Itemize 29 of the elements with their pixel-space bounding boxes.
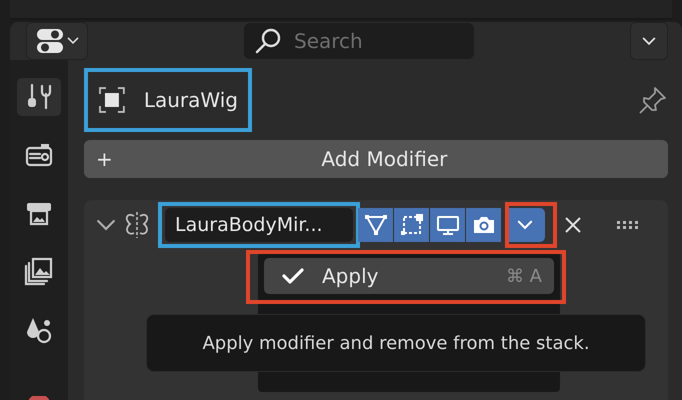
object-name: LauraWig (144, 88, 238, 112)
tooltip-text: Apply modifier and remove from the stack. (202, 332, 590, 354)
dropdown-button[interactable] (630, 22, 668, 60)
caret-icon (642, 36, 656, 46)
add-modifier-button[interactable]: + Add Modifier (84, 140, 668, 178)
toggle-button[interactable] (394, 208, 429, 242)
menu-item[interactable]: Apply ⌘ A (264, 258, 554, 294)
caret-icon (517, 220, 533, 230)
search-icon (254, 27, 282, 55)
drag-handle-icon[interactable] (617, 220, 641, 230)
toggle-switches-icon (35, 26, 65, 56)
check-icon (282, 267, 304, 285)
toggle-button[interactable] (466, 208, 501, 242)
collapse-caret-icon[interactable] (96, 218, 116, 232)
object-icon (98, 86, 126, 114)
pin-icon[interactable] (638, 85, 668, 115)
toggle-button[interactable] (430, 208, 465, 242)
view-layer-icon (24, 256, 54, 286)
editor-type-button[interactable] (26, 22, 88, 60)
edit-mode-icon (400, 213, 424, 237)
modifier-menu-button[interactable] (505, 202, 557, 248)
triangle-vertices-icon (364, 213, 388, 237)
search-field[interactable]: Search (244, 23, 474, 59)
modifier-name-field[interactable]: LauraBodyMir... (165, 208, 353, 242)
close-icon[interactable] (563, 215, 583, 235)
caret-icon (67, 37, 79, 45)
search-input[interactable]: Search (292, 28, 446, 54)
monitor-icon (436, 213, 460, 237)
toggle-button[interactable] (358, 208, 393, 242)
